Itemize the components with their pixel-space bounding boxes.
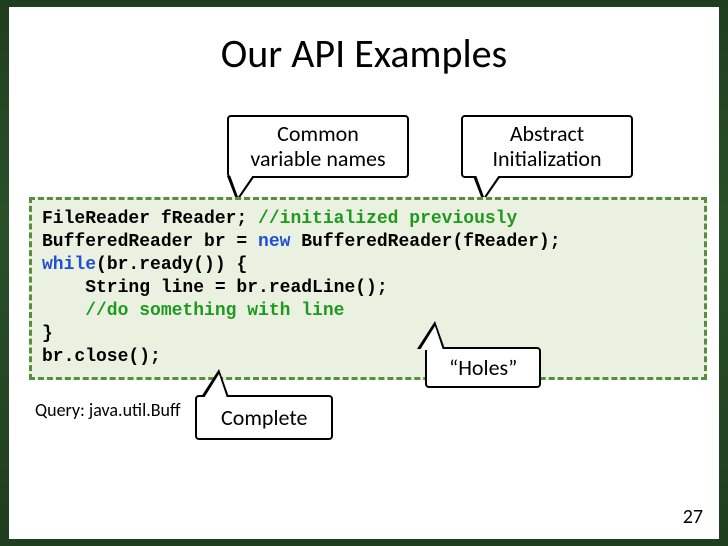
callout-common: Common variable names — [227, 115, 409, 178]
code-comment: //initialized previously — [258, 209, 517, 229]
query-text: Query: java.util.Buff — [35, 399, 181, 421]
page-number: 27 — [683, 505, 703, 529]
slide: Our API Examples Common variable names A… — [9, 7, 719, 539]
slide-title: Our API Examples — [9, 29, 719, 78]
code-text: } — [42, 324, 53, 344]
callout-common-line2: variable names — [243, 146, 393, 171]
code-keyword: while — [42, 255, 96, 275]
code-text: FileReader fReader; — [42, 209, 258, 229]
code-block: FileReader fReader; //initialized previo… — [29, 197, 707, 380]
callout-holes-text: “Holes” — [449, 354, 517, 381]
callout-tail — [417, 321, 445, 349]
callout-abstract-line2: Initialization — [477, 146, 617, 171]
callout-abstract: Abstract Initialization — [461, 115, 633, 178]
callout-abstract-line1: Abstract — [477, 121, 617, 146]
slide-frame: Our API Examples Common variable names A… — [0, 0, 728, 546]
code-text: String line = br.readLine(); — [42, 278, 388, 298]
code-text: br.close(); — [42, 347, 161, 367]
callout-tail — [201, 369, 229, 397]
code-text: BufferedReader br = — [42, 232, 258, 252]
code-text: BufferedReader(fReader); — [290, 232, 560, 252]
code-keyword: new — [258, 232, 290, 252]
callout-holes: “Holes” — [425, 347, 541, 388]
code-text: (br.ready()) { — [96, 255, 247, 275]
code-comment: //do something with line — [42, 301, 344, 321]
callout-complete: Complete — [195, 395, 333, 440]
callout-common-line1: Common — [243, 121, 393, 146]
callout-complete-text: Complete — [221, 404, 307, 431]
